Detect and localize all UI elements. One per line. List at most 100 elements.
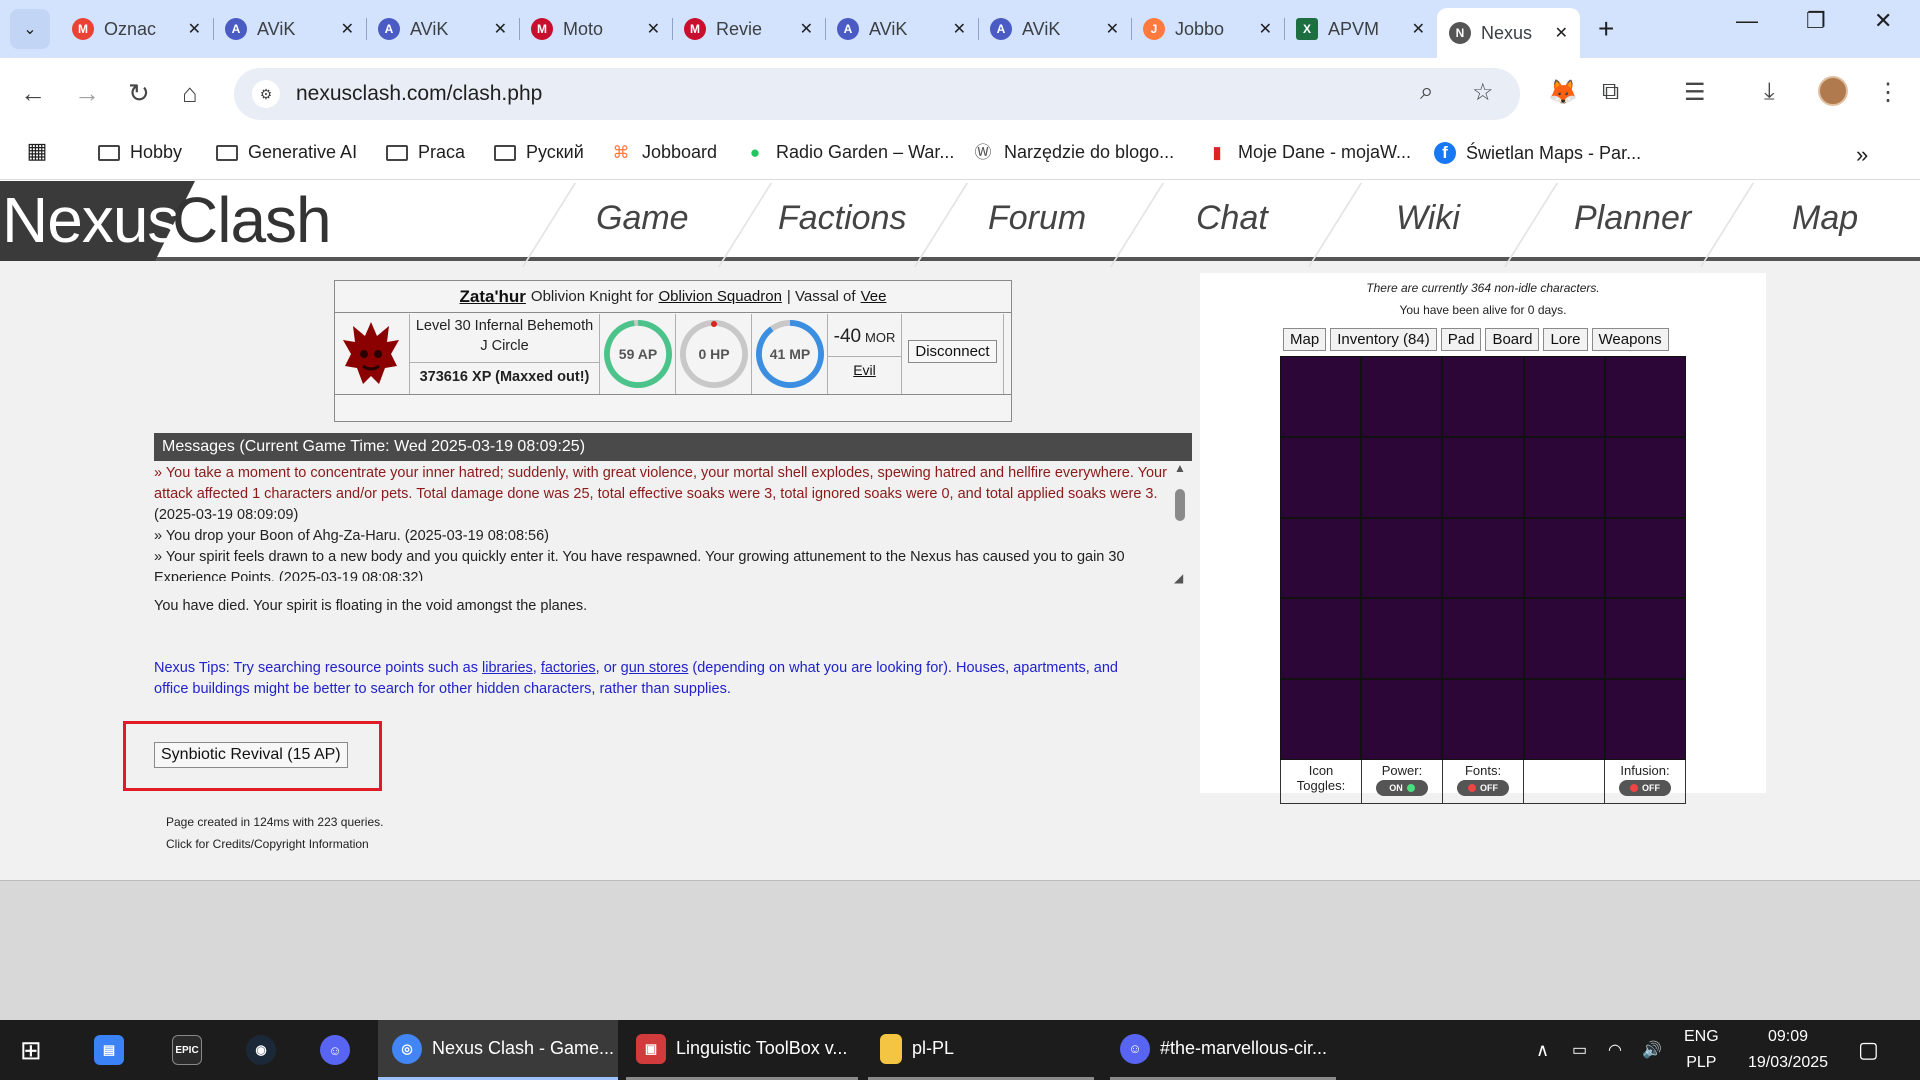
resize-grip-icon[interactable]: ◢ (1174, 571, 1183, 585)
bookmarks-overflow-icon[interactable]: » (1856, 142, 1868, 168)
windows-start-icon[interactable]: ⊞ (20, 1020, 42, 1080)
fonts-toggle[interactable]: OFF (1457, 780, 1509, 796)
credits-link[interactable]: Click for Credits/Copyright Information (166, 837, 369, 851)
messages-scroll-thumb[interactable] (1175, 489, 1185, 521)
new-tab-plus-icon[interactable]: + (1598, 13, 1614, 45)
tab-close-icon[interactable]: ✕ (1555, 23, 1568, 43)
infusion-toggle[interactable]: OFF (1619, 780, 1671, 796)
map-tile[interactable] (1362, 357, 1442, 436)
browser-tab[interactable]: A AViK ✕ (213, 6, 366, 52)
site-info-icon[interactable]: ⚙ (252, 80, 280, 108)
bookmark-folder-russian[interactable]: Руский (494, 142, 584, 163)
notifications-icon[interactable]: ▢ (1858, 1020, 1879, 1080)
browser-tab[interactable]: M Moto ✕ (519, 6, 672, 52)
tab-close-icon[interactable]: ✕ (1259, 19, 1272, 39)
nav-planner[interactable]: Planner (1574, 199, 1691, 238)
back-arrow-icon[interactable]: ← (20, 78, 46, 109)
messages-scrollbar[interactable]: ▲ ◢ (1172, 461, 1188, 585)
tab-close-icon[interactable]: ✕ (341, 19, 354, 39)
minimize-icon[interactable]: — (1736, 8, 1758, 34)
map-tile[interactable] (1443, 599, 1523, 679)
discord-icon[interactable]: ☺ (320, 1020, 360, 1080)
reload-icon[interactable]: ↻ (128, 78, 150, 109)
download-icon[interactable]: ⤓ (1764, 78, 1775, 106)
menu-kebab-icon[interactable]: ⋮ (1876, 78, 1900, 107)
map-tile[interactable] (1524, 437, 1604, 517)
browser-tab[interactable]: J Jobbo ✕ (1131, 6, 1284, 52)
tab-close-icon[interactable]: ✕ (1412, 19, 1425, 39)
input-language[interactable]: ENG PLP (1684, 1020, 1719, 1080)
bookmark-swietlan-maps[interactable]: f Świetlan Maps - Par... (1434, 142, 1641, 164)
tab-pad[interactable]: Pad (1440, 328, 1482, 351)
map-tile[interactable] (1362, 599, 1442, 679)
browser-tab[interactable]: A AViK ✕ (366, 6, 519, 52)
tab-board[interactable]: Board (1485, 328, 1540, 351)
extensions-puzzle-icon[interactable]: ⧉ (1602, 78, 1619, 106)
tab-search-chevron-icon[interactable]: ⌄ (10, 9, 50, 49)
bookmark-folder-praca[interactable]: Praca (386, 142, 465, 163)
nav-factions[interactable]: Factions (778, 199, 907, 238)
nav-map[interactable]: Map (1792, 199, 1858, 238)
disconnect-button[interactable]: Disconnect (908, 340, 997, 363)
tip-link-factories[interactable]: factories (541, 660, 596, 676)
bookmark-folder-hobby[interactable]: Hobby (98, 142, 182, 163)
browser-tab[interactable]: M Revie ✕ (672, 6, 825, 52)
tab-close-icon[interactable]: ✕ (188, 19, 201, 39)
map-tile[interactable] (1443, 437, 1523, 517)
tip-link-libraries[interactable]: libraries (482, 660, 533, 676)
tab-map[interactable]: Map (1283, 328, 1327, 351)
tab-lore[interactable]: Lore (1543, 328, 1588, 351)
scroll-up-icon[interactable]: ▲ (1174, 461, 1186, 475)
url-text[interactable]: nexusclash.com/clash.php (296, 82, 542, 106)
messages-list[interactable]: » You take a moment to concentrate your … (154, 463, 1176, 581)
forward-arrow-icon[interactable]: → (74, 78, 100, 109)
volume-icon[interactable]: 🔊 (1642, 1020, 1662, 1080)
browser-tab[interactable]: A AViK ✕ (978, 6, 1131, 52)
nav-chat[interactable]: Chat (1196, 199, 1268, 238)
bookmark-blog-tool[interactable]: Ⓦ Narzędzie do blogo... (972, 142, 1175, 163)
profile-avatar[interactable] (1818, 76, 1848, 106)
map-tile[interactable] (1524, 518, 1604, 598)
map-tile[interactable] (1605, 518, 1685, 598)
bookmark-moje-dane[interactable]: ▮ Moje Dane - mojaW... (1206, 142, 1411, 163)
faction-link[interactable]: Oblivion Squadron (659, 288, 782, 305)
map-tile[interactable] (1362, 680, 1442, 759)
home-icon[interactable]: ⌂ (182, 78, 198, 109)
close-window-icon[interactable]: ✕ (1874, 8, 1892, 34)
nav-game[interactable]: Game (596, 199, 689, 238)
map-tile[interactable] (1605, 437, 1685, 517)
nav-forum[interactable]: Forum (988, 199, 1086, 238)
taskbar-chrome-nexus[interactable]: ◎ Nexus Clash - Game... (378, 1020, 618, 1080)
tab-close-icon[interactable]: ✕ (1106, 19, 1119, 39)
address-bar[interactable]: ⚙ nexusclash.com/clash.php ⌕ ☆ (234, 68, 1520, 120)
tab-close-icon[interactable]: ✕ (494, 19, 507, 39)
tab-close-icon[interactable]: ✕ (953, 19, 966, 39)
zoom-icon[interactable]: ⌕ (1420, 78, 1433, 106)
reading-list-icon[interactable]: ☰ (1684, 78, 1706, 107)
power-toggle[interactable]: ON (1376, 780, 1428, 796)
liege-link[interactable]: Vee (861, 288, 887, 305)
map-tile[interactable] (1443, 518, 1523, 598)
synbiotic-revival-button[interactable]: Synbiotic Revival (15 AP) (154, 742, 348, 768)
map-tile[interactable] (1281, 599, 1361, 679)
map-tile[interactable] (1605, 680, 1685, 759)
tab-weapons[interactable]: Weapons (1591, 328, 1669, 351)
logo-text-clash[interactable]: Clash (172, 183, 332, 257)
browser-tab[interactable]: X APVM ✕ (1284, 6, 1437, 52)
character-name-link[interactable]: Zata'hur (460, 287, 526, 307)
tab-inventory[interactable]: Inventory (84) (1330, 328, 1437, 351)
map-tile[interactable] (1281, 357, 1361, 436)
browser-tab[interactable]: M Oznac ✕ (60, 6, 213, 52)
map-tile[interactable] (1605, 599, 1685, 679)
tray-chevron-up-icon[interactable]: ∧ (1536, 1020, 1549, 1080)
map-tile[interactable] (1362, 437, 1442, 517)
metamask-extension-icon[interactable]: 🦊 (1548, 78, 1578, 107)
steam-icon[interactable]: ◉ (246, 1020, 286, 1080)
taskbar-discord-channel[interactable]: ☺ #the-marvellous-cir... (1110, 1020, 1336, 1080)
tip-link-gun-stores[interactable]: gun stores (621, 660, 689, 676)
nav-wiki[interactable]: Wiki (1396, 199, 1460, 238)
taskbar-linguistic-toolbox[interactable]: ▣ Linguistic ToolBox v... (626, 1020, 858, 1080)
browser-tab[interactable]: A AViK ✕ (825, 6, 978, 52)
taskbar-folder-pl[interactable]: pl-PL (868, 1020, 1094, 1080)
map-tile[interactable] (1443, 357, 1523, 436)
